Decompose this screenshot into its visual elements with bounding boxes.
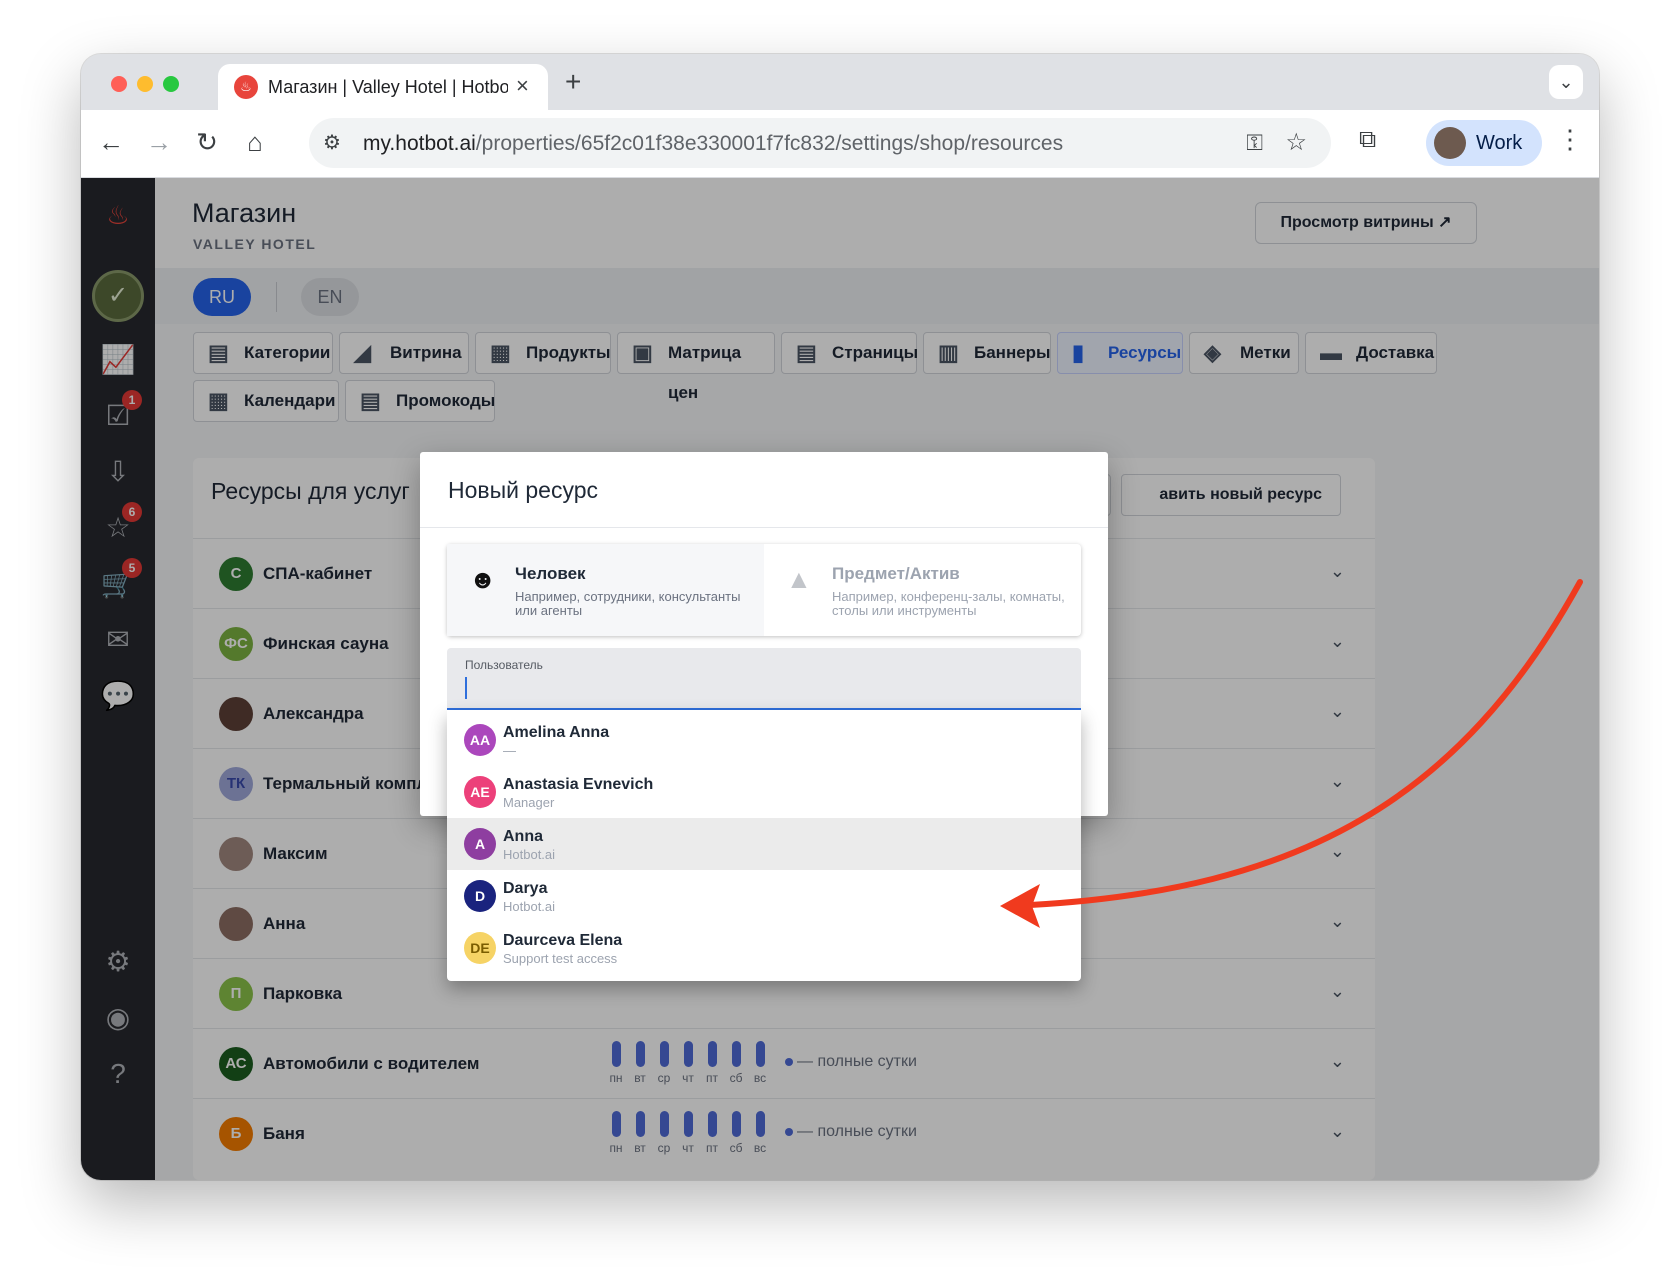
user-field[interactable]: Пользователь (447, 648, 1081, 710)
user-autocomplete-list: AA Amelina Anna — AE Anastasia Evnevich … (447, 710, 1081, 981)
extensions-puzzle-icon[interactable]: ⧉ (1359, 126, 1376, 154)
user-avatar: AA (464, 724, 496, 756)
tab-strip: ♨ Магазин | Valley Hotel | Hotbot × + ⌄ (81, 54, 1599, 110)
password-key-icon[interactable]: ⚿ (1246, 130, 1263, 156)
type-option-desc: Например, конференц-залы, комнаты, столы… (832, 589, 1065, 618)
user-option[interactable]: DE Daurceva Elena Support test access (447, 922, 1081, 974)
browser-toolbar: ← → ↻ ⌂ ⚙ my.hotbot.ai/properties/65f2c0… (81, 110, 1599, 178)
maximize-window-button[interactable] (163, 76, 179, 92)
browser-tab[interactable]: ♨ Магазин | Valley Hotel | Hotbot × (218, 64, 548, 110)
browser-menu-icon[interactable]: ⋮ (1557, 124, 1583, 155)
type-option-desc: Например, сотрудники, консультанты или а… (515, 589, 741, 618)
user-search-input[interactable] (465, 676, 1055, 700)
resource-type-selector: ☻ Человек Например, сотрудники, консульт… (447, 544, 1081, 636)
user-avatar: AE (464, 776, 496, 808)
user-option-name: Daurceva Elena (503, 932, 623, 949)
user-option-role: Hotbot.ai (503, 899, 556, 914)
tab-search-chevron-icon[interactable]: ⌄ (1549, 65, 1583, 99)
bookmark-star-icon[interactable]: ☆ (1285, 128, 1307, 157)
profile-avatar (1434, 127, 1466, 159)
profile-label: Work (1476, 132, 1523, 154)
shapes-icon: ▲ (786, 564, 812, 594)
forward-arrow-icon[interactable]: → (141, 124, 177, 160)
user-option-highlighted[interactable]: A Anna Hotbot.ai (447, 818, 1081, 870)
user-option-name: Anna (503, 828, 543, 845)
tab-close-icon[interactable]: × (516, 73, 529, 99)
user-option-role: Support test access (503, 951, 618, 966)
new-tab-icon[interactable]: + (565, 66, 581, 98)
user-option-name: Anastasia Evnevich (503, 776, 654, 793)
text-caret (465, 677, 467, 699)
address-bar[interactable]: ⚙ my.hotbot.ai/properties/65f2c01f38e330… (309, 118, 1331, 168)
dialog-header: Новый ресурс (420, 452, 1108, 528)
hotbot-favicon-icon: ♨ (234, 75, 258, 99)
home-icon[interactable]: ⌂ (237, 124, 273, 160)
user-option-role: Hotbot.ai (503, 847, 556, 862)
user-avatar: A (464, 828, 496, 860)
user-option[interactable]: D Darya Hotbot.ai (447, 870, 1081, 922)
address-url[interactable]: my.hotbot.ai/properties/65f2c01f38e33000… (363, 132, 1063, 156)
type-option-name: Человек (515, 564, 586, 583)
dialog-title: Новый ресурс (448, 477, 599, 503)
user-avatar: DE (464, 932, 496, 964)
back-arrow-icon[interactable]: ← (93, 124, 129, 160)
user-option[interactable]: AA Amelina Anna — (447, 714, 1081, 766)
user-option-name: Amelina Anna (503, 724, 610, 741)
minimize-window-button[interactable] (137, 76, 153, 92)
close-window-button[interactable] (111, 76, 127, 92)
reload-icon[interactable]: ↻ (189, 124, 225, 160)
user-option-role: Manager (503, 795, 555, 810)
url-path: /properties/65f2c01f38e330001f7fc832/set… (475, 132, 1064, 155)
url-host: my.hotbot.ai (363, 132, 476, 155)
profile-button[interactable]: Work (1426, 120, 1542, 166)
type-option-asset[interactable]: ▲ Предмет/Актив Например, конференц-залы… (764, 544, 1081, 636)
type-option-person[interactable]: ☻ Человек Например, сотрудники, консульт… (447, 544, 764, 636)
site-settings-icon[interactable]: ⚙ (323, 130, 341, 155)
user-option-role: — (503, 743, 516, 758)
user-avatar: D (464, 880, 496, 912)
user-option-name: Darya (503, 880, 548, 897)
tab-title: Магазин | Valley Hotel | Hotbot (268, 77, 508, 97)
user-field-label: Пользователь (465, 658, 543, 672)
face-icon: ☻ (469, 564, 497, 594)
user-option[interactable]: AE Anastasia Evnevich Manager (447, 766, 1081, 818)
type-option-name: Предмет/Актив (832, 564, 960, 583)
